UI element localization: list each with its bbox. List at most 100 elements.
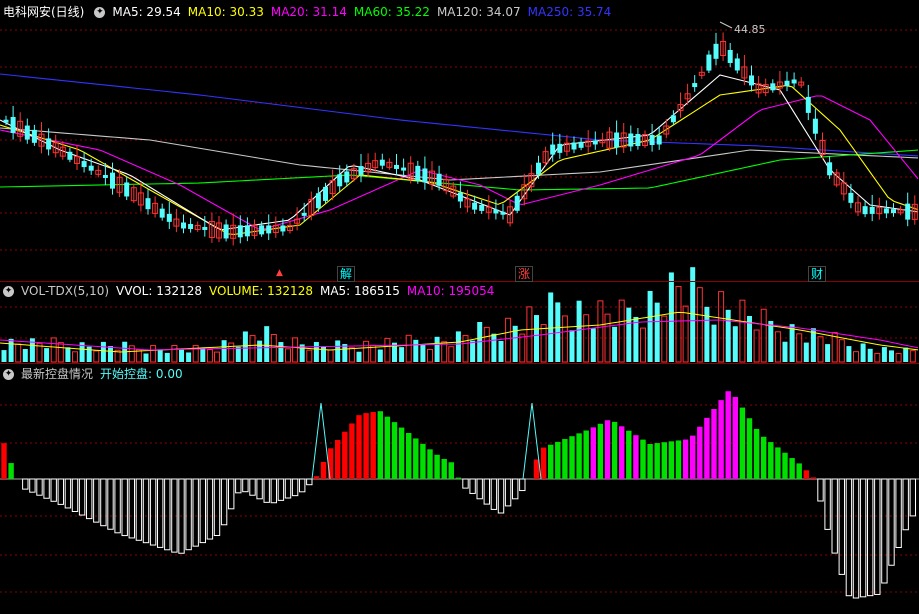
control-bar	[697, 426, 703, 479]
control-bar-outline	[817, 478, 824, 502]
control-bar	[690, 435, 696, 479]
control-bar	[789, 458, 795, 479]
candle-down	[223, 224, 229, 239]
volume-bar-down	[65, 347, 71, 362]
control-bar-outline	[149, 478, 157, 546]
marker-3[interactable]: 财	[808, 266, 827, 282]
candle-down	[805, 96, 811, 113]
candle-down	[670, 115, 676, 123]
volume-bar-down	[491, 333, 497, 362]
volume-bar-up	[561, 315, 568, 363]
volume-bar-up	[853, 351, 859, 363]
control-bar-outline	[192, 478, 199, 547]
control-bar-outline	[57, 478, 64, 505]
control-indicator-name[interactable]: 最新控盘情况	[21, 365, 93, 383]
price-ma5-line	[0, 74, 919, 231]
candle-down	[259, 225, 265, 235]
ma10-value: MA10: 30.33	[187, 5, 264, 19]
volume-bar-up	[675, 286, 682, 363]
marker-0[interactable]: ▲	[274, 266, 285, 280]
volume-bar-down	[100, 341, 106, 362]
volume-bar-up	[774, 331, 781, 363]
control-bar	[761, 436, 767, 479]
gear-icon[interactable]: ✦	[3, 368, 14, 380]
gear-icon[interactable]: ✦	[94, 6, 106, 18]
price-ma20-line	[0, 95, 919, 230]
gear-icon[interactable]: ✦	[3, 285, 14, 297]
candle-down	[493, 209, 499, 214]
control-bar	[441, 458, 447, 479]
ma120-value: MA120: 34.07	[436, 5, 521, 19]
volume-bar-down	[399, 347, 405, 362]
control-bar-outline	[845, 478, 853, 597]
chart-canvas[interactable]: 44.85	[0, 0, 919, 614]
candle-down	[692, 83, 698, 88]
volume-bar-down	[612, 326, 618, 362]
candle-down	[656, 135, 662, 145]
control-bar-outline	[874, 478, 881, 595]
volume-indicator-name[interactable]: VOL-TDX(5,10)	[21, 282, 109, 300]
volume-legend: ✦ VOL-TDX(5,10) VVOL: 132128 VOLUME: 132…	[0, 282, 501, 300]
ma60-value: MA60: 35.22	[353, 5, 430, 19]
candle-down	[379, 159, 385, 166]
volume-bar-down	[108, 346, 113, 362]
volume-bar-down	[186, 352, 192, 362]
volume-bar-up	[483, 326, 490, 363]
candle-down	[88, 165, 94, 171]
volume-bar-up	[214, 351, 220, 363]
control-bar-outline	[114, 478, 121, 534]
candle-down	[3, 119, 9, 123]
candle-down	[280, 225, 286, 232]
candle-down	[812, 118, 818, 134]
candle-down	[237, 225, 243, 238]
candle-down	[202, 226, 208, 230]
volume-bar-down	[633, 316, 639, 362]
high-price-label: 44.85	[734, 23, 766, 36]
volume-bar-down	[654, 302, 660, 362]
control-bar	[569, 436, 575, 479]
volume-bar-down	[498, 340, 504, 362]
volume-bar-down	[803, 342, 809, 362]
volume-bar-down	[867, 348, 873, 362]
control-bar-outline	[512, 478, 519, 500]
candle-down	[401, 167, 407, 171]
marker-1[interactable]: 解	[337, 266, 356, 282]
marker-2[interactable]: 涨	[515, 266, 534, 282]
volume-bar-down	[569, 330, 575, 362]
candle-down	[188, 223, 194, 229]
volume-bar-down	[889, 350, 894, 362]
control-bar-outline	[867, 478, 874, 597]
control-bar	[540, 447, 547, 479]
control-bar	[583, 430, 589, 479]
candle-down	[244, 225, 250, 237]
candle-down	[578, 141, 584, 148]
candle-down	[848, 192, 854, 203]
stock-title[interactable]: 电科网安(日线)	[3, 3, 84, 21]
volume-bar-up	[348, 347, 355, 363]
control-bar-outline	[157, 478, 164, 548]
control-bar	[434, 454, 440, 479]
control-bar-outline	[135, 478, 143, 541]
candle-down	[891, 209, 896, 214]
control-bar	[803, 470, 809, 479]
volume-bar-down	[164, 352, 170, 362]
control-bar-outline	[22, 478, 29, 490]
control-bar-outline	[504, 478, 512, 507]
control-bar	[782, 452, 788, 479]
control-bar	[548, 444, 554, 479]
candle-down	[734, 58, 740, 71]
volume-bar-up	[618, 299, 625, 363]
candle-down	[500, 211, 506, 215]
volume-bar-down	[342, 344, 348, 362]
volume-bar-up	[505, 317, 512, 363]
control-bar	[725, 391, 731, 479]
volume-bar-down	[313, 342, 319, 362]
control-bar-outline	[100, 478, 107, 527]
control-bar-outline	[902, 478, 909, 531]
control-bar	[455, 477, 462, 479]
control-bar	[753, 428, 760, 479]
candle-down	[323, 186, 328, 201]
candle-down	[749, 75, 754, 86]
control-bar	[398, 427, 405, 479]
control-bar	[796, 463, 802, 479]
